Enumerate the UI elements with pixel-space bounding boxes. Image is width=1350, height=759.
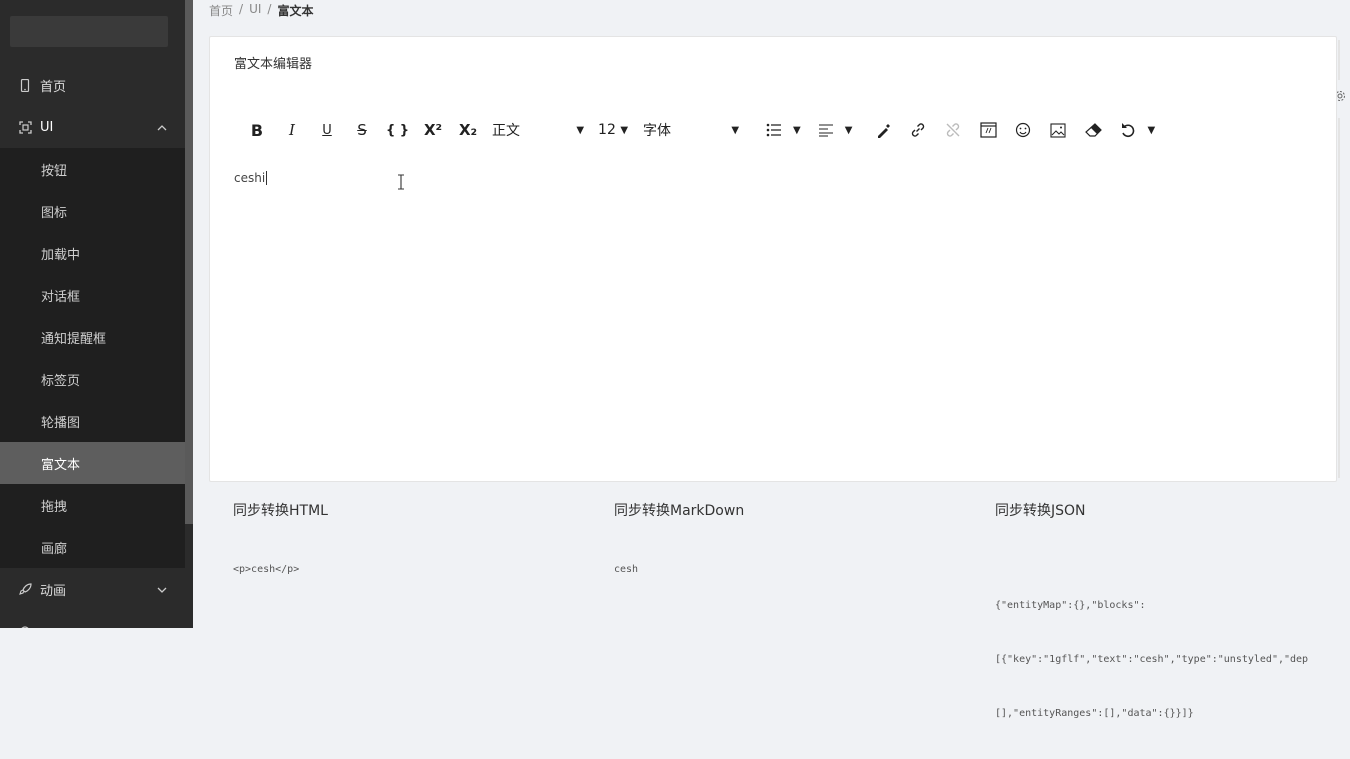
ibeam-cursor-icon xyxy=(397,174,405,194)
sidebar-subitem-tabs[interactable]: 标签页 xyxy=(0,358,185,400)
sidebar-item-ui[interactable]: UI xyxy=(0,106,185,148)
sidebar-item-home[interactable]: 首页 xyxy=(0,64,185,106)
scan-icon xyxy=(18,120,32,134)
underline-button[interactable]: U xyxy=(316,117,338,143)
sidebar-subitem-carousel[interactable]: 轮播图 xyxy=(0,400,185,442)
rocket-icon xyxy=(18,582,32,596)
sidebar-scrollbar[interactable] xyxy=(185,0,193,524)
sidebar-item-animation[interactable]: 动画 xyxy=(0,568,185,610)
ui-submenu: 按钮 图标 加载中 对话框 通知提醒框 标签页 轮播图 富文本 拖拽 画廊 xyxy=(0,148,185,568)
subscript-button[interactable]: X₂ xyxy=(457,117,479,143)
html-conversion-label: 同步转换HTML xyxy=(233,503,328,519)
editor-content[interactable]: ceshi xyxy=(234,171,268,185)
json-output-line: [{"key":"1gflf","text":"cesh","type":"un… xyxy=(995,654,1309,665)
sidebar-subitem-richtext[interactable]: 富文本 xyxy=(0,442,185,484)
json-conversion-label: 同步转换JSON xyxy=(995,503,1086,519)
chevron-up-icon xyxy=(157,121,167,134)
json-output-line: [],"entityRanges":[],"data":{}}]} xyxy=(995,708,1194,719)
list-icon[interactable] xyxy=(763,117,785,143)
font-family-select[interactable]: 字体 ▼ xyxy=(643,117,739,143)
editor-toolbar: B I U S { } X² X₂ 正文 ▼ 12 ▼ 字体 ▼ ▼ ▼ ▼ xyxy=(246,115,1155,145)
superscript-button[interactable]: X² xyxy=(422,117,444,143)
main-content: 首页 / UI / 富文本 富文本编辑器 B I U S { } X² X₂ 正… xyxy=(193,0,1350,719)
align-icon[interactable] xyxy=(815,117,837,143)
sidebar-item-more[interactable] xyxy=(0,610,185,628)
breadcrumb-current: 富文本 xyxy=(277,4,314,18)
sidebar-subitem-loading[interactable]: 加载中 xyxy=(0,232,185,274)
mobile-icon xyxy=(18,78,32,92)
breadcrumb-ui[interactable]: UI xyxy=(249,2,261,20)
sidebar-subitem-drag[interactable]: 拖拽 xyxy=(0,484,185,526)
caret-down-icon: ▼ xyxy=(731,124,740,136)
sidebar-subitem-modal[interactable]: 对话框 xyxy=(0,274,185,316)
sidebar-item-label: 首页 xyxy=(40,79,67,95)
sidebar-subitem-button[interactable]: 按钮 xyxy=(0,148,185,190)
breadcrumb: 首页 / UI / 富文本 xyxy=(209,2,313,20)
strikethrough-button[interactable]: S xyxy=(351,117,373,143)
settings-icon xyxy=(18,624,32,628)
logo xyxy=(10,16,168,47)
breadcrumb-home[interactable]: 首页 xyxy=(209,2,233,20)
block-type-select[interactable]: 正文 ▼ xyxy=(492,117,584,143)
undo-icon[interactable] xyxy=(1117,117,1139,143)
eraser-icon[interactable] xyxy=(1082,117,1104,143)
caret-down-icon: ▼ xyxy=(620,124,629,136)
json-output: {"entityMap":{},"blocks": [{"key":"1gflf… xyxy=(995,561,1335,759)
color-picker-icon[interactable] xyxy=(872,117,894,143)
caret-down-icon[interactable]: ▼ xyxy=(1147,125,1155,136)
scroll-track xyxy=(1338,40,1340,80)
chevron-down-icon xyxy=(157,583,167,596)
rich-text-card: 富文本编辑器 B I U S { } X² X₂ 正文 ▼ 12 ▼ 字体 ▼ xyxy=(209,36,1337,482)
caret-down-icon: ▼ xyxy=(576,124,585,136)
markdown-conversion-label: 同步转换MarkDown xyxy=(614,503,745,519)
json-output-line: {"entityMap":{},"blocks": xyxy=(995,600,1146,611)
sidebar-subitem-notification[interactable]: 通知提醒框 xyxy=(0,316,185,358)
card-title: 富文本编辑器 xyxy=(234,57,313,72)
editor-text: ceshi xyxy=(234,171,266,185)
bold-button[interactable]: B xyxy=(246,117,268,143)
sidebar-item-label: UI xyxy=(40,119,54,135)
link-icon[interactable] xyxy=(907,117,929,143)
breadcrumb-separator: / xyxy=(267,2,272,16)
text-caret xyxy=(266,171,268,185)
breadcrumb-separator: / xyxy=(239,2,244,16)
font-size-value: 12 xyxy=(598,122,616,138)
sidebar-subitem-gallery[interactable]: 画廊 xyxy=(0,526,185,568)
emoji-icon[interactable] xyxy=(1012,117,1034,143)
font-family-value: 字体 xyxy=(643,123,672,139)
block-type-value: 正文 xyxy=(492,123,521,139)
sidebar-subitem-icon[interactable]: 图标 xyxy=(0,190,185,232)
sidebar-item-label: 动画 xyxy=(40,583,67,599)
markdown-output: cesh xyxy=(614,564,639,575)
embed-icon[interactable] xyxy=(977,117,999,143)
italic-button[interactable]: I xyxy=(281,117,303,143)
unlink-icon[interactable] xyxy=(942,117,964,143)
scroll-track xyxy=(1338,118,1340,478)
font-size-select[interactable]: 12 ▼ xyxy=(598,117,628,143)
html-output: <p>cesh</p> xyxy=(233,564,300,575)
sidebar: 首页 UI 按钮 图标 加载中 对话框 通知提醒框 标签页 轮播图 富文本 拖拽… xyxy=(0,0,193,628)
caret-down-icon[interactable]: ▼ xyxy=(845,125,853,136)
caret-down-icon[interactable]: ▼ xyxy=(793,125,801,136)
code-button[interactable]: { } xyxy=(386,117,409,143)
image-icon[interactable] xyxy=(1047,117,1069,143)
